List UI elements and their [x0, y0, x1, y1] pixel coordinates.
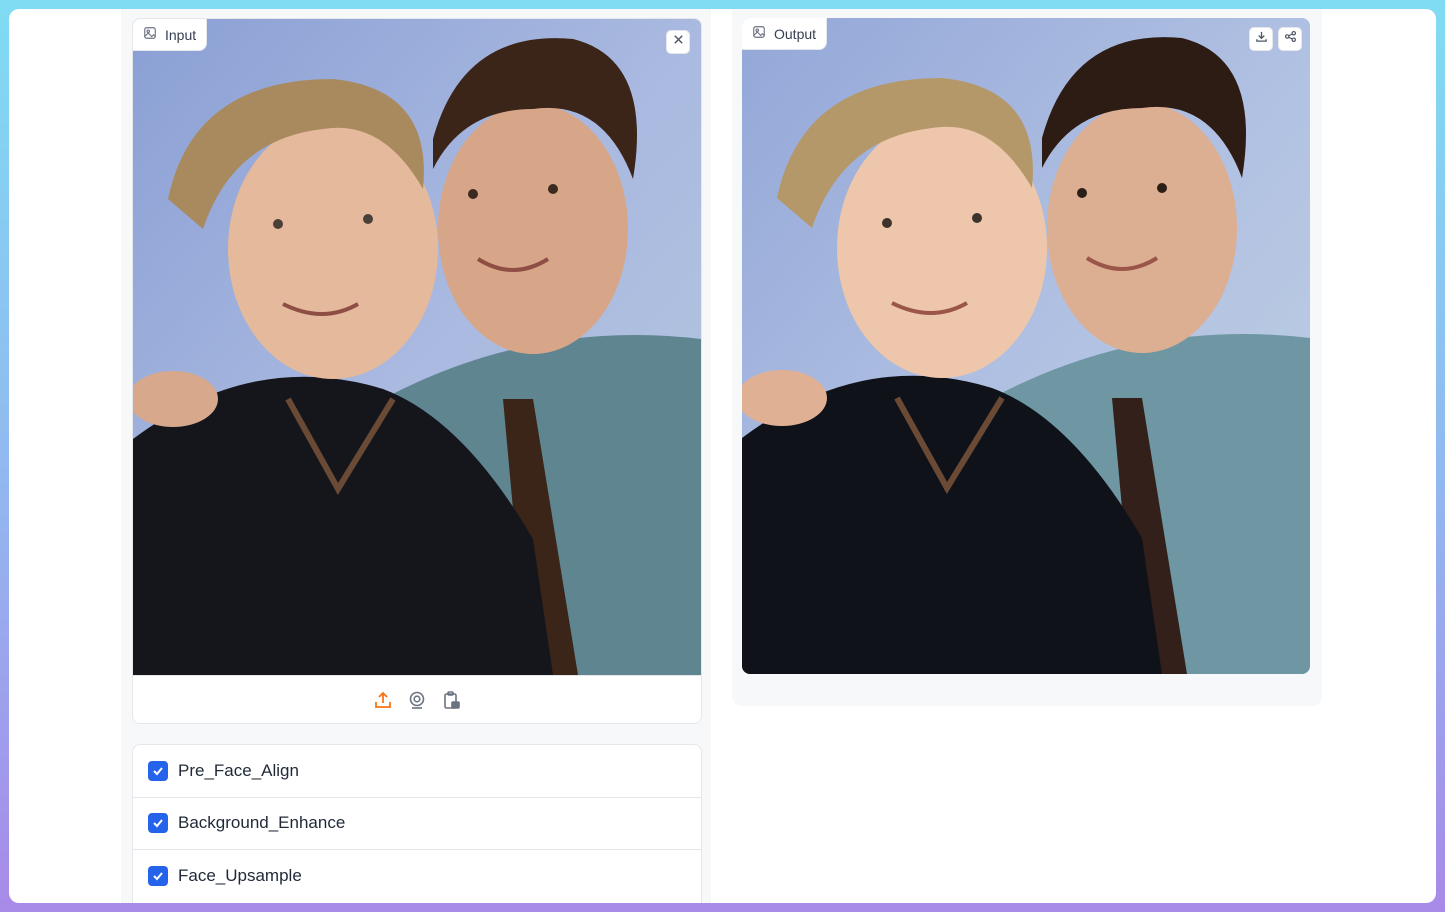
option-label: Background_Enhance: [178, 813, 346, 833]
output-image: [742, 18, 1310, 674]
checkbox-background-enhance[interactable]: [148, 813, 168, 834]
option-label: Face_Upsample: [178, 866, 302, 886]
download-button[interactable]: [1249, 27, 1273, 51]
output-image-panel: Output: [742, 18, 1312, 676]
option-label: Pre_Face_Align: [178, 760, 299, 780]
checkbox-pre-face-align[interactable]: [148, 760, 168, 781]
download-icon: [1255, 30, 1268, 48]
input-image-panel[interactable]: Input: [132, 18, 702, 724]
input-label: Input: [165, 26, 197, 43]
image-icon: [752, 25, 766, 42]
clipboard-icon[interactable]: [441, 690, 461, 710]
options-group: Pre_Face_Align Background_Enhance Face_U…: [132, 744, 702, 903]
share-icon: [1284, 30, 1297, 48]
input-image: [133, 19, 701, 675]
option-pre-face-align[interactable]: Pre_Face_Align: [133, 745, 701, 798]
share-button[interactable]: [1278, 27, 1302, 51]
image-source-bar: [133, 675, 701, 723]
webcam-icon[interactable]: [407, 690, 427, 710]
option-background-enhance[interactable]: Background_Enhance: [133, 798, 701, 850]
upload-icon[interactable]: [373, 690, 393, 710]
input-label-chip: Input: [133, 19, 208, 51]
option-face-upsample[interactable]: Face_Upsample: [133, 850, 701, 903]
app-window: Input Output Pre_Face_Align Background_E…: [9, 9, 1436, 903]
clear-image-button[interactable]: [666, 30, 690, 54]
output-label-chip: Output: [742, 18, 828, 50]
image-icon: [143, 26, 157, 43]
close-icon: [672, 33, 685, 51]
output-label: Output: [774, 25, 817, 42]
checkbox-face-upsample[interactable]: [148, 866, 168, 887]
